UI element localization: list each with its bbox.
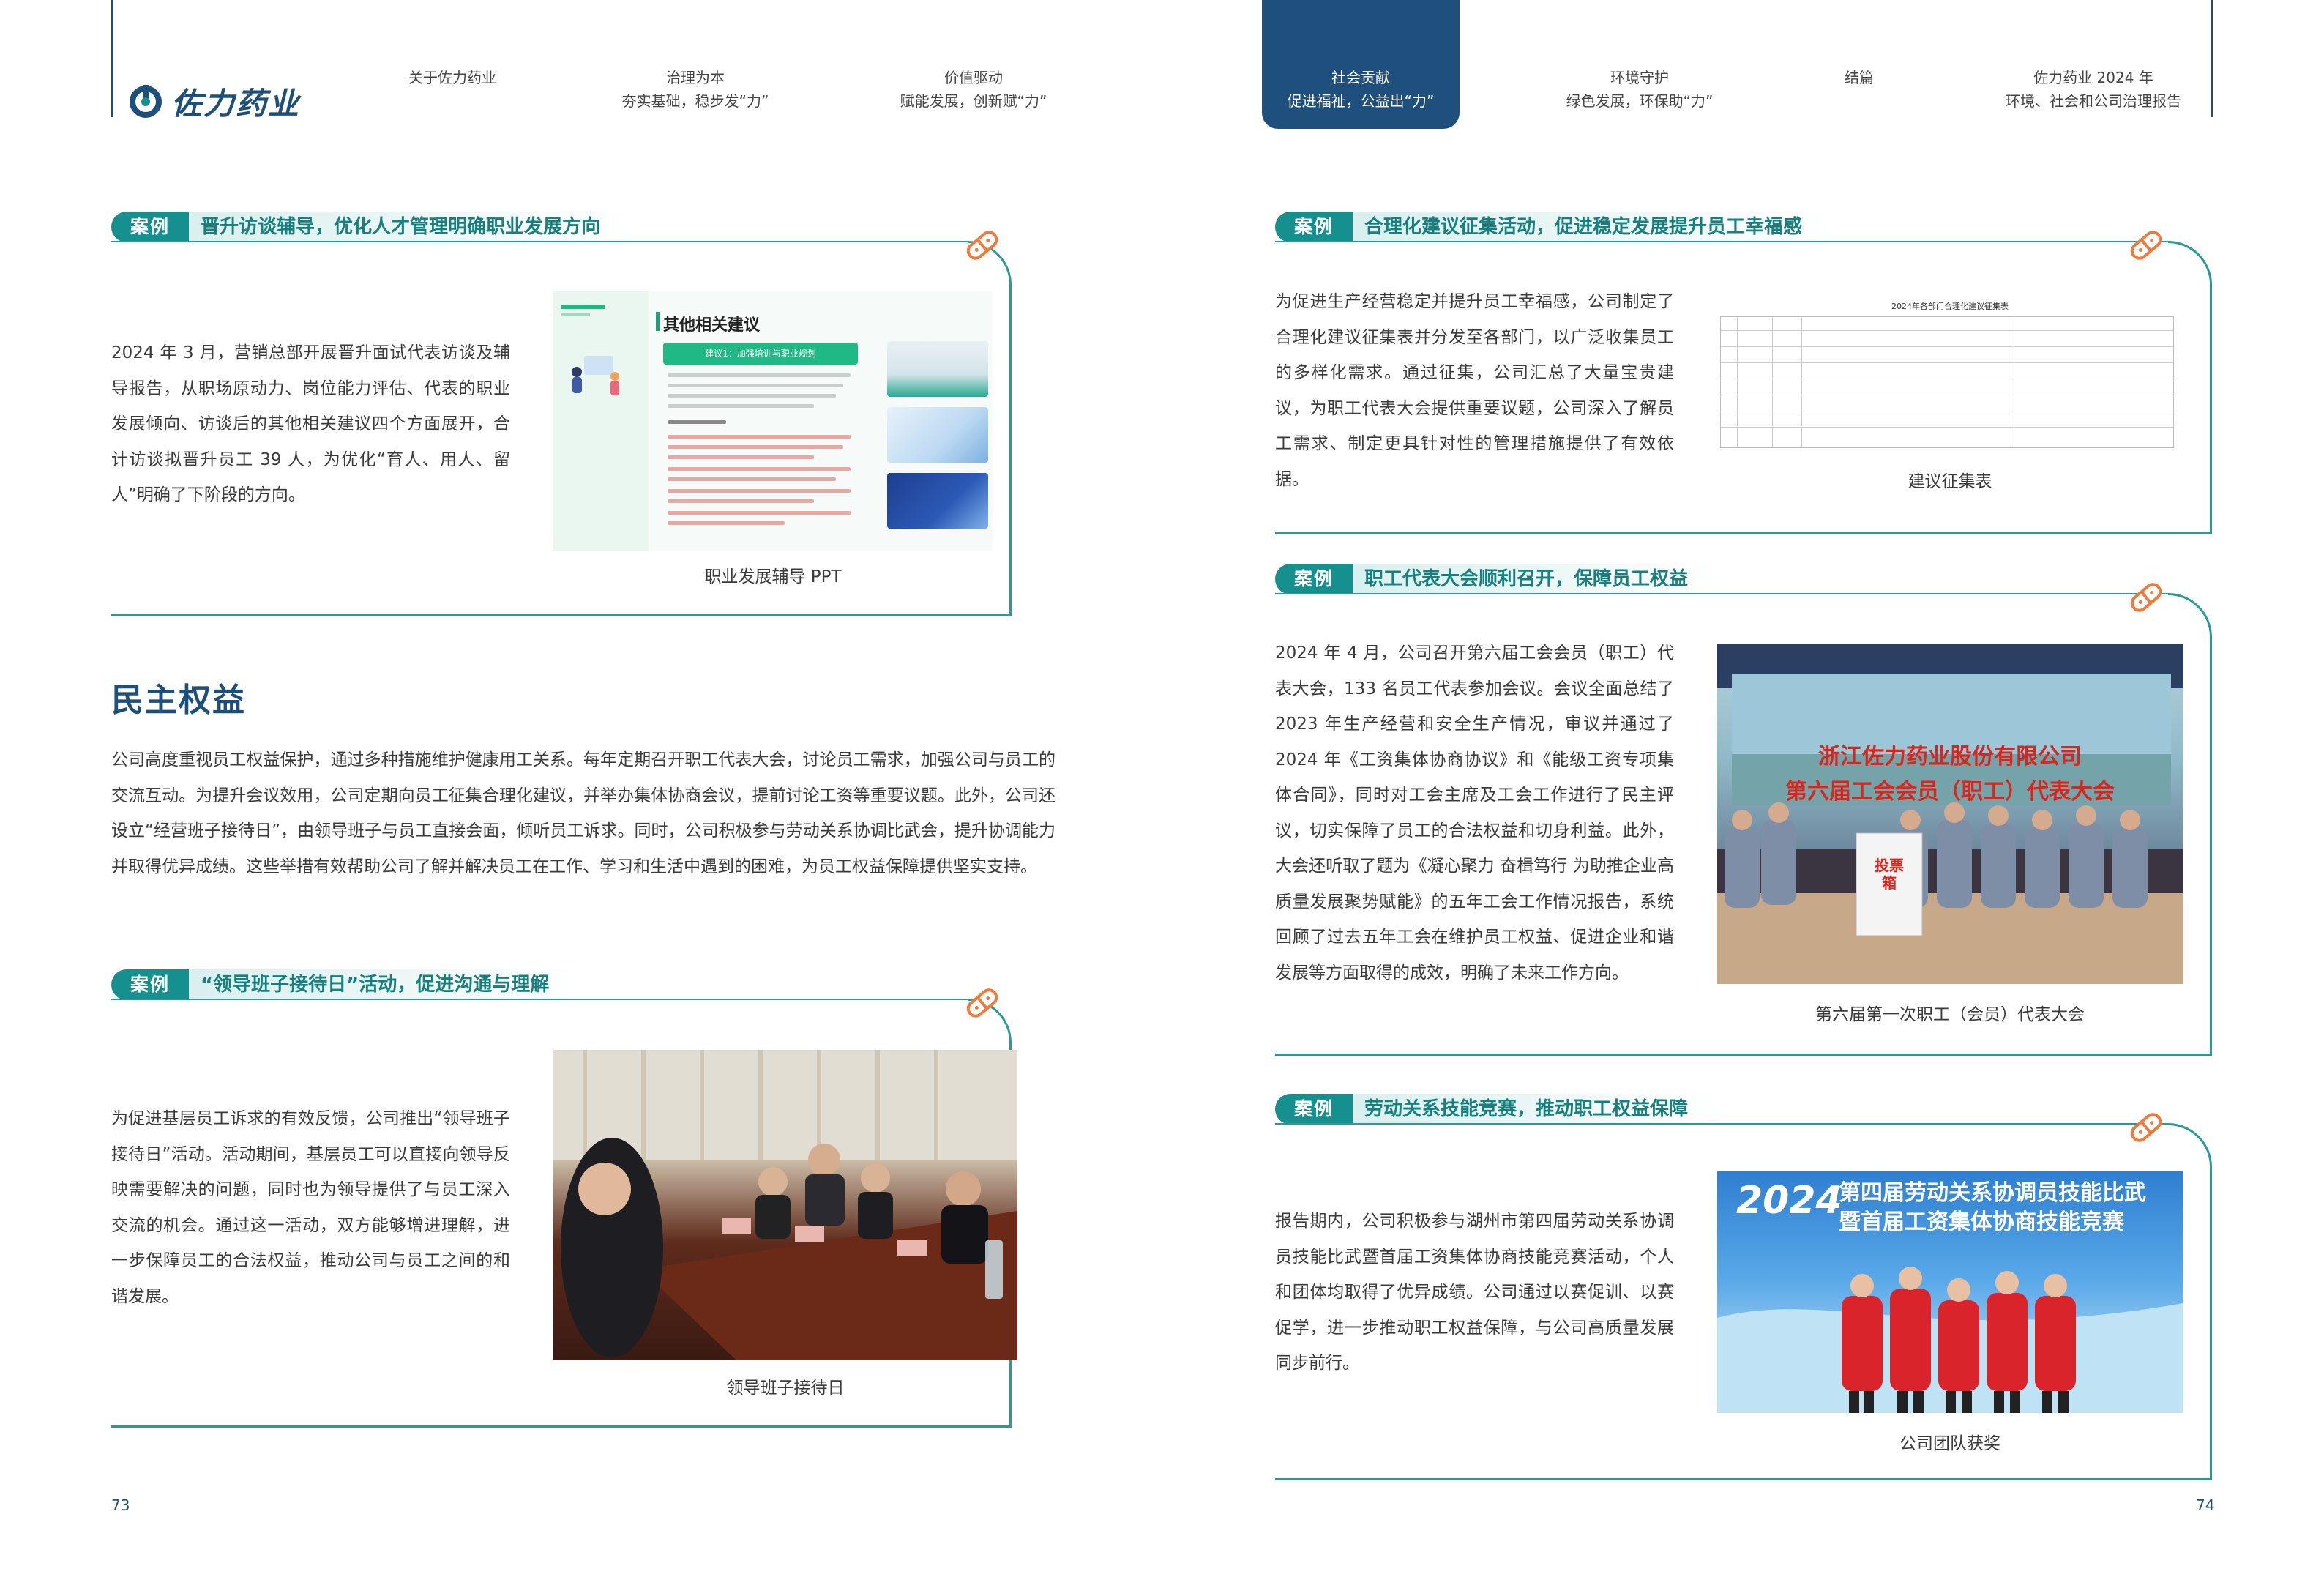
case-text: 2024 年 4 月，公司召开第六届工会会员（职工）代表大会，133 名员工代表… xyxy=(1275,644,1674,983)
case-badge: 案例 xyxy=(1275,564,1353,594)
case-header: 案例 合理化建议征集活动，促进稳定发展提升员工幸福感 xyxy=(1275,212,1832,242)
case-right-line xyxy=(2210,1166,2212,1480)
case-right-line xyxy=(2210,283,2212,534)
pill-icon xyxy=(2123,574,2170,621)
form-title: 2024年各部门合理化建议征集表 xyxy=(1891,302,2009,311)
section-text: 公司高度重视员工权益保护，通过多种措施维护健康用工关系。每年定期召开职工代表大会… xyxy=(111,750,1055,876)
case-top-line xyxy=(111,241,968,242)
page-number-right: 74 xyxy=(2196,1496,2215,1514)
ballot-box-label: 投票箱 xyxy=(1875,857,1904,892)
case-bottom-line xyxy=(111,614,1012,616)
case-title: 职工代表大会顺利召开，保障员工权益 xyxy=(1353,564,1718,594)
nav-value[interactable]: 价值驱动 赋能发展，创新赋“力” xyxy=(878,66,1069,113)
competition-banner-year: 2024 xyxy=(1736,1179,1842,1223)
case-text: 为促进生产经营稳定并提升员工幸福感，公司制定了合理化建议征集表并分发至各部门，以… xyxy=(1275,292,1674,489)
congress-photo: 浙江佐力药业股份有限公司 第六届工会会员（职工）代表大会 投票箱 xyxy=(1717,644,2183,984)
case-title: 晋升访谈辅导，优化人才管理明确职业发展方向 xyxy=(189,212,630,242)
nav-governance[interactable]: 治理为本 夯实基础，稳步发“力” xyxy=(600,66,791,113)
case-bottom-line xyxy=(1275,1054,2212,1056)
image-caption: 公司团队获奖 xyxy=(1899,1434,2000,1453)
case-title: 劳动关系技能竞赛，推动职工权益保障 xyxy=(1353,1094,1718,1125)
competition-banner-line2: 暨首届工资集体协商技能竞赛 xyxy=(1839,1209,2124,1235)
right-margin-line xyxy=(2211,0,2213,117)
left-margin-line xyxy=(111,0,113,117)
case-header: 案例 晋升访谈辅导，优化人才管理明确职业发展方向 xyxy=(111,212,630,242)
case-badge: 案例 xyxy=(111,969,190,1000)
case-right-line xyxy=(1009,283,1012,616)
ppt-banner: 建议1：加强培训与职业规划 xyxy=(663,343,858,365)
case-corner xyxy=(2168,1123,2212,1167)
ppt-thumb-2 xyxy=(887,407,988,463)
case-top-line xyxy=(111,999,968,1000)
case-badge: 案例 xyxy=(1275,1094,1353,1125)
case-top-line xyxy=(1275,1123,2168,1125)
case-bottom-line xyxy=(1275,1478,2212,1480)
case-header: 案例 劳动关系技能竞赛，推动职工权益保障 xyxy=(1275,1094,1718,1125)
nav-conclusion[interactable]: 结篇 xyxy=(1815,66,1903,89)
case-top-line xyxy=(1275,593,2168,594)
ppt-thumb-3 xyxy=(887,473,988,529)
congress-banner-line1: 浙江佐力药业股份有限公司 xyxy=(1818,744,2082,769)
case-title: 合理化建议征集活动，促进稳定发展提升员工幸福感 xyxy=(1353,212,1832,242)
logo-text: 佐力药业 xyxy=(171,86,301,122)
pill-icon xyxy=(959,980,1006,1026)
congress-banner-line2: 第六届工会会员（职工）代表大会 xyxy=(1785,779,2115,805)
case-header: 案例 “领导班子接待日”活动，促进沟通与理解 xyxy=(111,969,579,1000)
case-right-line xyxy=(2210,635,2212,1056)
case-header: 案例 职工代表大会顺利召开，保障员工权益 xyxy=(1275,564,1718,594)
case-corner xyxy=(2168,593,2212,637)
competition-banner-line1: 第四届劳动关系协调员技能比武 xyxy=(1839,1180,2146,1206)
nav-about[interactable]: 关于佐力药业 xyxy=(379,66,526,89)
case-title: “领导班子接待日”活动，促进沟通与理解 xyxy=(189,969,579,1000)
case-badge: 案例 xyxy=(1275,212,1353,242)
pill-icon xyxy=(2123,1104,2170,1151)
nav-report[interactable]: 佐力药业 2024 年环境、社会和公司治理报告 xyxy=(1991,66,2196,113)
reception-meeting-photo xyxy=(553,1050,1017,1360)
case-bottom-line xyxy=(1275,532,2212,534)
people-illustration xyxy=(564,353,629,398)
case-bottom-line xyxy=(111,1425,1012,1428)
career-ppt-image: 其他相关建议 建议1：加强培训与职业规划 xyxy=(553,291,993,551)
competition-award-photo: 2024 第四届劳动关系协调员技能比武 暨首届工资集体协商技能竞赛 xyxy=(1717,1171,2183,1413)
case-text: 2024 年 3 月，营销总部开展晋升面试代表访谈及辅导报告，从职场原动力、岗位… xyxy=(111,343,510,504)
suggestion-form-image: 2024年各部门合理化建议征集表 xyxy=(1717,290,2183,454)
nav-environment[interactable]: 环境守护 绿色发展，环保助“力” xyxy=(1544,66,1735,113)
company-logo[interactable]: 佐力药业 xyxy=(129,79,300,124)
case-text: 报告期内，公司积极参与湖州市第四届劳动关系协调员技能比武暨首届工资集体协商技能竞… xyxy=(1275,1212,1674,1373)
case-badge: 案例 xyxy=(111,212,190,242)
image-caption: 建议征集表 xyxy=(1908,472,1992,491)
ppt-thumb-1 xyxy=(887,341,988,397)
case-text: 为促进基层员工诉求的有效反馈，公司推出“领导班子接待日”活动。活动期间，基层员工… xyxy=(111,1109,510,1306)
case-corner xyxy=(2168,241,2212,285)
pill-icon xyxy=(959,222,1006,269)
ppt-title: 其他相关建议 xyxy=(663,316,761,335)
logo-icon xyxy=(129,84,162,119)
page-number-left: 73 xyxy=(111,1496,130,1514)
image-caption: 第六届第一次职工（会员）代表大会 xyxy=(1815,1005,2085,1024)
case-top-line xyxy=(1275,241,2168,242)
nav-social-active[interactable]: 社会贡献 促进福祉，公益出“力” xyxy=(1262,0,1460,129)
image-caption: 领导班子接待日 xyxy=(726,1379,845,1398)
pill-icon xyxy=(2123,222,2170,269)
section-title: 民主权益 xyxy=(111,682,246,719)
image-caption: 职业发展辅导 PPT xyxy=(704,567,842,586)
